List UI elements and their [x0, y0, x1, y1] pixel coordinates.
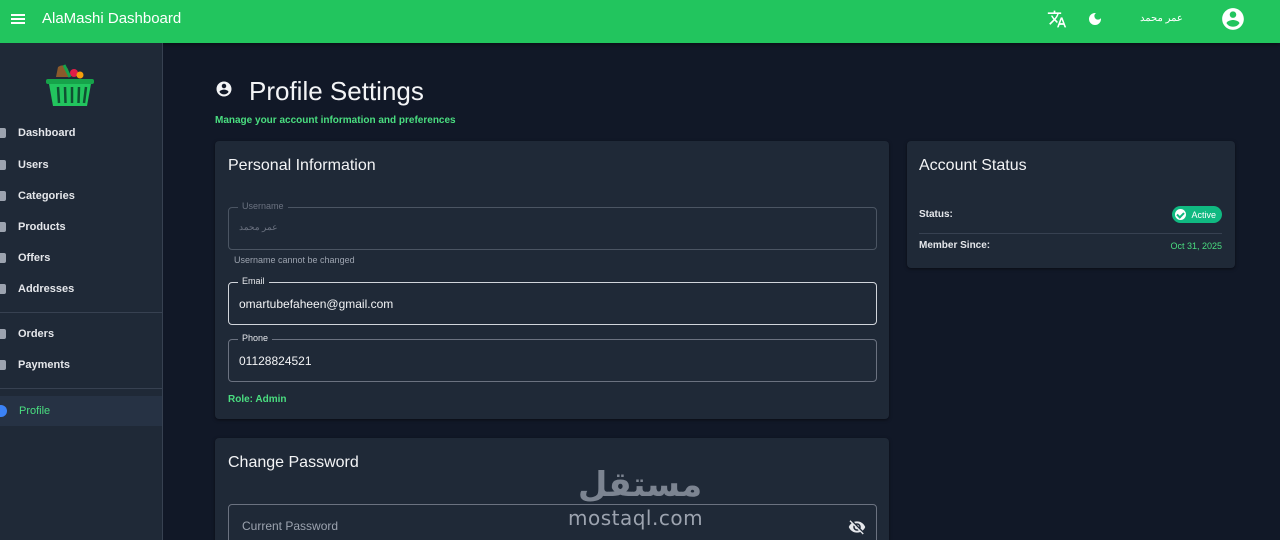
- cart-icon: [0, 329, 6, 339]
- sidebar-item-products[interactable]: Products: [0, 213, 162, 241]
- menu-icon[interactable]: [10, 12, 26, 26]
- app-title: AlaMashi Dashboard: [42, 10, 182, 27]
- sidebar-item-dashboard[interactable]: Dashboard: [0, 119, 162, 147]
- sidebar-item-label: Payments: [18, 359, 70, 371]
- username-helper-text: Username cannot be changed: [234, 255, 355, 265]
- check-circle-icon: [1175, 209, 1187, 220]
- sidebar-item-profile[interactable]: Profile: [0, 396, 162, 426]
- basket-logo-icon: [44, 63, 96, 109]
- products-icon: [0, 222, 6, 232]
- sidebar-item-label: Users: [18, 159, 49, 171]
- status-label: Status:: [919, 209, 953, 220]
- account-circle-icon[interactable]: [1220, 6, 1246, 32]
- sidebar-divider: [0, 388, 162, 389]
- member-since-row: Member Since: Oct 31, 2025: [919, 240, 1222, 251]
- member-since-date: Oct 31, 2025: [1170, 240, 1222, 251]
- status-badge-text: Active: [1191, 209, 1216, 220]
- top-app-bar: AlaMashi Dashboard عمر محمد: [0, 0, 1280, 43]
- dashboard-icon: [0, 128, 6, 138]
- translate-icon[interactable]: [1046, 8, 1068, 30]
- user-name[interactable]: عمر محمد: [1140, 13, 1183, 24]
- sidebar-item-label: Profile: [19, 405, 51, 417]
- watermark-arabic: مستقل: [578, 465, 702, 505]
- page-header: Profile Settings: [215, 76, 424, 107]
- sidebar-item-offers[interactable]: Offers: [0, 244, 162, 272]
- email-value: omartubefaheen@gmail.com: [239, 297, 394, 311]
- sidebar: Dashboard Users Categories Products Offe…: [0, 43, 163, 540]
- card-title: Change Password: [228, 454, 359, 471]
- sidebar-item-payments[interactable]: Payments: [0, 351, 162, 379]
- sidebar-divider: [0, 312, 162, 313]
- role-text: Role: Admin: [228, 394, 287, 405]
- sidebar-item-label: Products: [18, 221, 66, 233]
- location-icon: [0, 284, 6, 294]
- email-field[interactable]: Email omartubefaheen@gmail.com: [228, 276, 877, 325]
- dark-mode-icon[interactable]: [1084, 8, 1106, 30]
- sidebar-item-label: Dashboard: [18, 127, 76, 139]
- member-since-label: Member Since:: [919, 240, 991, 251]
- change-password-card: Change Password Current Password: [215, 438, 889, 540]
- phone-label: Phone: [238, 333, 273, 343]
- personal-information-card: Personal Information Username عمر محمد E…: [215, 141, 889, 419]
- username-value: عمر محمد: [239, 222, 278, 232]
- account-circle-icon: [215, 80, 233, 103]
- offers-icon: [0, 253, 6, 263]
- username-label: Username: [238, 201, 288, 211]
- visibility-off-icon[interactable]: [848, 518, 866, 540]
- sidebar-item-addresses[interactable]: Addresses: [0, 275, 162, 303]
- email-label: Email: [238, 276, 269, 286]
- categories-icon: [0, 191, 6, 201]
- status-badge: Active: [1172, 206, 1222, 223]
- current-password-placeholder: Current Password: [242, 519, 339, 533]
- payment-icon: [0, 360, 6, 370]
- phone-value: 01128824521: [239, 354, 312, 368]
- card-title: Personal Information: [228, 157, 376, 174]
- sidebar-item-label: Orders: [18, 328, 55, 340]
- row-divider: [919, 233, 1222, 234]
- profile-icon: [0, 405, 7, 417]
- phone-field[interactable]: Phone 01128824521: [228, 333, 877, 382]
- sidebar-item-label: Offers: [18, 252, 51, 264]
- username-field[interactable]: Username عمر محمد: [228, 201, 877, 250]
- current-password-field[interactable]: Current Password: [228, 504, 877, 540]
- sidebar-item-label: Categories: [18, 190, 75, 202]
- sidebar-item-categories[interactable]: Categories: [0, 182, 162, 210]
- users-icon: [0, 160, 6, 170]
- card-title: Account Status: [919, 157, 1027, 174]
- sidebar-item-orders[interactable]: Orders: [0, 320, 162, 348]
- account-status-card: Account Status Status: Active Member Sin…: [907, 141, 1235, 268]
- sidebar-item-label: Addresses: [18, 283, 75, 295]
- watermark-text: mostaql.com: [568, 506, 704, 530]
- page-title: Profile Settings: [249, 76, 424, 106]
- sidebar-item-users[interactable]: Users: [0, 151, 162, 179]
- page-subtitle: Manage your account information and pref…: [215, 115, 456, 126]
- status-row: Status: Active: [919, 206, 1222, 223]
